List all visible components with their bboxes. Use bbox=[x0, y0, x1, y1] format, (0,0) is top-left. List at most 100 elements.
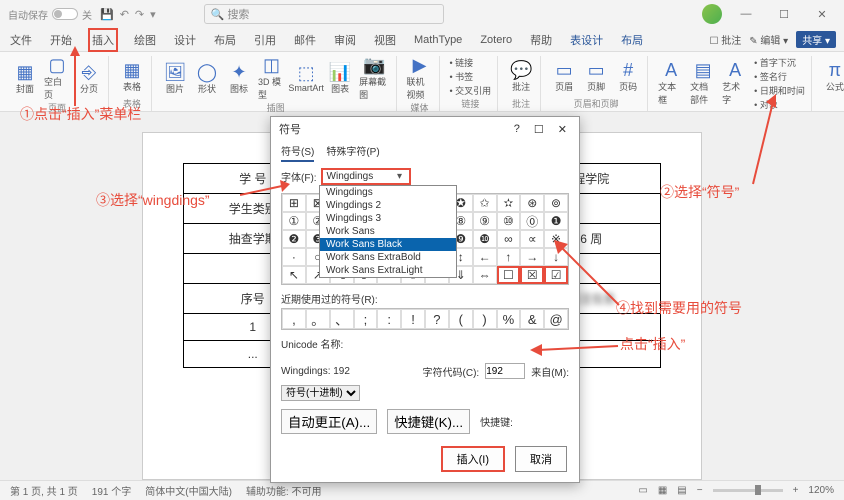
view-print-icon[interactable]: ▦ bbox=[658, 485, 667, 496]
search-box[interactable]: 🔍 搜索 bbox=[204, 4, 444, 24]
symbol-cell[interactable]: ∞ bbox=[497, 230, 521, 248]
recent-symbol-cell[interactable]: & bbox=[520, 309, 544, 329]
ribbon-button[interactable]: ✦图标 bbox=[226, 63, 252, 95]
font-option[interactable]: Work Sans ExtraBold bbox=[320, 251, 456, 264]
ribbon-button[interactable]: π公式 bbox=[822, 61, 844, 93]
tab-insert[interactable]: 插入 bbox=[88, 28, 118, 52]
symbol-cell[interactable]: ❶ bbox=[544, 212, 568, 230]
symbol-cell[interactable]: ↑ bbox=[497, 248, 521, 266]
ribbon-button[interactable]: ◫3D 模型 bbox=[258, 56, 285, 101]
symbol-cell[interactable]: ⓪ bbox=[520, 212, 544, 230]
recent-symbol-cell[interactable]: ? bbox=[425, 309, 449, 329]
symbol-cell[interactable]: → bbox=[520, 248, 544, 266]
tab-references[interactable]: 引用 bbox=[252, 30, 278, 50]
symbol-cell[interactable]: ⊛ bbox=[520, 194, 544, 212]
ribbon-button[interactable]: 📊图表 bbox=[327, 63, 353, 95]
symbol-cell[interactable]: · bbox=[282, 248, 306, 266]
ribbon-button[interactable]: ▦封面 bbox=[12, 63, 38, 95]
ribbon-button[interactable]: ▦表格 bbox=[119, 61, 145, 93]
tab-view[interactable]: 视图 bbox=[372, 30, 398, 50]
page-status[interactable]: 第 1 页, 共 1 页 bbox=[10, 483, 78, 498]
accessibility-status[interactable]: 辅助功能: 不可用 bbox=[246, 483, 322, 498]
user-avatar[interactable] bbox=[702, 4, 722, 24]
tab-draw[interactable]: 绘图 bbox=[132, 30, 158, 50]
symbol-cell[interactable]: ✫ bbox=[497, 194, 521, 212]
tab-help[interactable]: 帮助 bbox=[528, 30, 554, 50]
comments-button[interactable]: ☐ 批注 bbox=[709, 32, 741, 47]
charcode-input[interactable] bbox=[485, 363, 525, 379]
ribbon-button[interactable]: 🖼图片 bbox=[162, 63, 188, 95]
editing-mode[interactable]: ✎ 编辑 ▾ bbox=[749, 32, 788, 47]
ribbon-button[interactable]: 📷屏幕截图 bbox=[359, 56, 389, 101]
ribbon-button[interactable]: ▭页眉 bbox=[551, 61, 577, 93]
autosave-toggle[interactable]: 自动保存 关 bbox=[8, 7, 92, 22]
symbol-cell[interactable]: ⑩ bbox=[497, 212, 521, 230]
recent-symbol-cell[interactable]: ) bbox=[473, 309, 497, 329]
symbol-cell[interactable]: ① bbox=[282, 212, 306, 230]
insert-button[interactable]: 插入(I) bbox=[441, 446, 505, 472]
symbol-cell[interactable]: ∝ bbox=[520, 230, 544, 248]
tab-table-design[interactable]: 表设计 bbox=[568, 30, 605, 50]
symbol-cell[interactable]: ☒ bbox=[520, 266, 544, 284]
tab-design[interactable]: 设计 bbox=[172, 30, 198, 50]
dialog-tab-symbol[interactable]: 符号(S) bbox=[281, 141, 314, 162]
recent-symbol-cell[interactable]: : bbox=[377, 309, 401, 329]
ribbon-button[interactable]: ◯形状 bbox=[194, 63, 220, 95]
tab-layout[interactable]: 布局 bbox=[212, 30, 238, 50]
tab-mailings[interactable]: 邮件 bbox=[292, 30, 318, 50]
ribbon-button[interactable]: #页码 bbox=[615, 61, 641, 93]
recent-symbol-cell[interactable]: ; bbox=[354, 309, 378, 329]
autocorrect-button[interactable]: 自动更正(A)... bbox=[281, 409, 377, 434]
font-option[interactable]: Work Sans Black bbox=[320, 238, 456, 251]
ribbon-small-item[interactable]: • 首字下沉 bbox=[754, 56, 805, 69]
close-button[interactable]: ✕ bbox=[808, 8, 836, 21]
dialog-tab-special[interactable]: 特殊字符(P) bbox=[326, 141, 379, 162]
symbol-cell[interactable]: ← bbox=[473, 248, 497, 266]
ribbon-button[interactable]: A文本框 bbox=[658, 61, 684, 106]
tab-zotero[interactable]: Zotero bbox=[478, 32, 514, 48]
symbol-cell[interactable]: ❿ bbox=[473, 230, 497, 248]
tab-table-layout[interactable]: 布局 bbox=[619, 30, 645, 50]
maximize-button[interactable]: ☐ bbox=[770, 8, 798, 21]
symbol-cell[interactable]: ☐ bbox=[497, 266, 521, 284]
ribbon-small-item[interactable]: • 签名行 bbox=[754, 70, 805, 83]
ribbon-small-item[interactable]: • 链接 bbox=[450, 56, 492, 69]
font-option[interactable]: Wingdings bbox=[320, 186, 456, 199]
symbol-cell[interactable]: ↖ bbox=[282, 266, 306, 284]
symbol-cell[interactable]: ⇔ bbox=[473, 266, 497, 284]
minimize-button[interactable]: — bbox=[732, 8, 760, 20]
font-option[interactable]: Work Sans ExtraLight bbox=[320, 264, 456, 277]
dialog-close-icon[interactable]: ✕ bbox=[554, 123, 571, 136]
undo-icon[interactable]: ↶ bbox=[120, 8, 129, 21]
ribbon-small-item[interactable]: • 书签 bbox=[450, 70, 492, 83]
font-combobox[interactable]: Wingdings▾ bbox=[321, 168, 411, 185]
recent-symbol-cell[interactable]: % bbox=[497, 309, 521, 329]
symbol-cell[interactable]: ⊚ bbox=[544, 194, 568, 212]
from-select[interactable]: 符号(十进制) bbox=[281, 385, 360, 401]
language-status[interactable]: 简体中文(中国大陆) bbox=[145, 483, 232, 498]
recent-symbol-cell[interactable]: ! bbox=[401, 309, 425, 329]
ribbon-button[interactable]: ▤文档部件 bbox=[690, 61, 716, 106]
recent-symbol-cell[interactable]: 、 bbox=[330, 309, 354, 329]
dialog-titlebar[interactable]: 符号 ? ☐ ✕ bbox=[271, 117, 579, 141]
ribbon-button[interactable]: ▶联机视频 bbox=[407, 56, 433, 101]
share-button[interactable]: 共享 ▾ bbox=[796, 31, 836, 48]
symbol-cell[interactable]: ✩ bbox=[473, 194, 497, 212]
redo-icon[interactable]: ↷ bbox=[135, 8, 144, 21]
ribbon-button[interactable]: ⬚SmartArt bbox=[291, 64, 321, 93]
qat-dropdown-icon[interactable]: ▾ bbox=[150, 8, 156, 21]
font-option[interactable]: Work Sans bbox=[320, 225, 456, 238]
recent-symbol-cell[interactable]: , bbox=[282, 309, 306, 329]
dialog-help-icon[interactable]: ? bbox=[510, 123, 524, 136]
shortcut-button[interactable]: 快捷键(K)... bbox=[387, 409, 470, 434]
font-option[interactable]: Wingdings 2 bbox=[320, 199, 456, 212]
zoom-in-icon[interactable]: + bbox=[793, 485, 799, 496]
symbol-cell[interactable]: ⑨ bbox=[473, 212, 497, 230]
recent-symbol-cell[interactable]: 。 bbox=[306, 309, 330, 329]
zoom-out-icon[interactable]: − bbox=[697, 485, 703, 496]
font-option[interactable]: Wingdings 3 bbox=[320, 212, 456, 225]
cancel-button[interactable]: 取消 bbox=[515, 446, 567, 472]
tab-mathtype[interactable]: MathType bbox=[412, 32, 464, 48]
symbol-cell[interactable]: ❷ bbox=[282, 230, 306, 248]
zoom-slider[interactable] bbox=[713, 489, 783, 492]
